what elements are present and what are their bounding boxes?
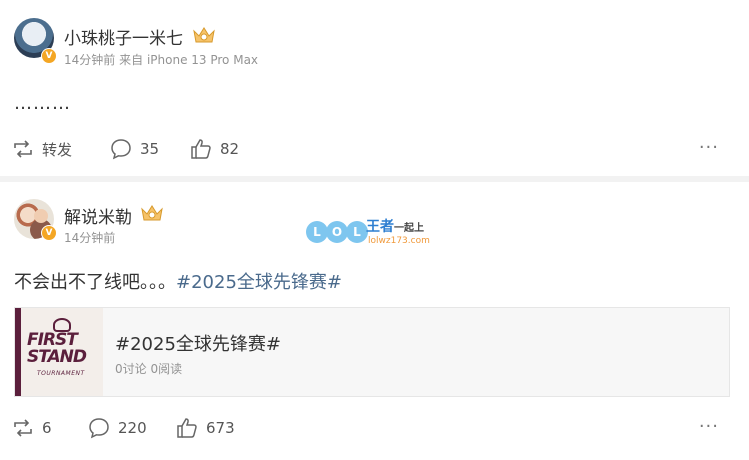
topic-link[interactable]: #2025全球先锋赛# xyxy=(176,272,342,293)
repost-icon xyxy=(14,419,32,437)
comment-count: 35 xyxy=(140,140,160,158)
more-options-icon[interactable]: ··· xyxy=(699,137,719,159)
comment-icon xyxy=(111,139,131,160)
topic-card[interactable]: FIRST STAND TOURNAMENT #2025全球先锋赛# 0讨论 0… xyxy=(14,307,730,397)
repost-icon xyxy=(14,140,32,158)
like-count: 673 xyxy=(206,419,235,437)
crown-icon xyxy=(193,27,215,43)
post-source: iPhone 13 Pro Max xyxy=(146,53,259,67)
user-name[interactable]: 小珠桃子一米七 xyxy=(64,24,183,49)
watermark-text: 王者一起上 xyxy=(366,219,424,235)
source-prefix: 来自 xyxy=(119,53,144,67)
watermark-url: lolwz173.com xyxy=(368,236,430,246)
post-body: 不会出不了线吧。。。 xyxy=(14,272,176,293)
verified-badge-icon: V xyxy=(41,225,57,241)
weibo-feed: V 小珠桃子一米七 14分钟前 来自 iPhone 13 Pro Max ………… xyxy=(0,0,749,460)
comment-icon xyxy=(89,418,109,439)
post-card: V 小珠桃子一米七 14分钟前 来自 iPhone 13 Pro Max ………… xyxy=(0,0,749,176)
comment-button[interactable]: 35 xyxy=(110,137,159,161)
thumbs-up-icon xyxy=(177,418,197,438)
comment-button[interactable]: 220 xyxy=(88,416,147,440)
post-text: 不会出不了线吧。。。#2025全球先锋赛# xyxy=(14,268,342,294)
post-time[interactable]: 14分钟前 xyxy=(64,229,115,246)
like-count: 82 xyxy=(220,140,240,158)
more-options-icon[interactable]: ··· xyxy=(699,416,719,438)
topic-card-stats: 0讨论 0阅读 xyxy=(115,362,183,376)
topic-thumbnail: FIRST STAND TOURNAMENT xyxy=(15,308,103,396)
repost-count: 6 xyxy=(42,419,52,437)
crown-icon xyxy=(141,205,163,221)
topic-card-title: #2025全球先锋赛# xyxy=(115,334,281,355)
repost-button[interactable]: 转发 xyxy=(12,137,72,161)
like-button[interactable]: 673 xyxy=(176,416,235,440)
like-button[interactable]: 82 xyxy=(190,137,239,161)
post-divider xyxy=(0,176,749,182)
thumbs-up-icon xyxy=(191,139,211,159)
site-watermark: L O L 王者一起上 lolwz173.com xyxy=(306,215,442,249)
thumbnail-stripe xyxy=(15,308,21,396)
thumbnail-subtitle: TOURNAMENT xyxy=(37,370,85,377)
post-meta: 14分钟前 来自 iPhone 13 Pro Max xyxy=(64,51,258,68)
post-time[interactable]: 14分钟前 xyxy=(64,53,115,67)
comment-count: 220 xyxy=(118,419,147,437)
verified-badge-icon: V xyxy=(41,48,57,64)
lol-logo: L O L xyxy=(306,221,368,243)
thumbnail-title: FIRST STAND xyxy=(27,330,87,367)
user-name[interactable]: 解说米勒 xyxy=(64,203,132,228)
repost-button[interactable]: 6 xyxy=(12,416,52,440)
post-text: ……… xyxy=(14,93,71,114)
post-actions: 6 220 673 ··· xyxy=(0,416,749,440)
repost-label: 转发 xyxy=(42,140,73,159)
post-actions: 转发 35 82 ··· xyxy=(0,137,749,161)
